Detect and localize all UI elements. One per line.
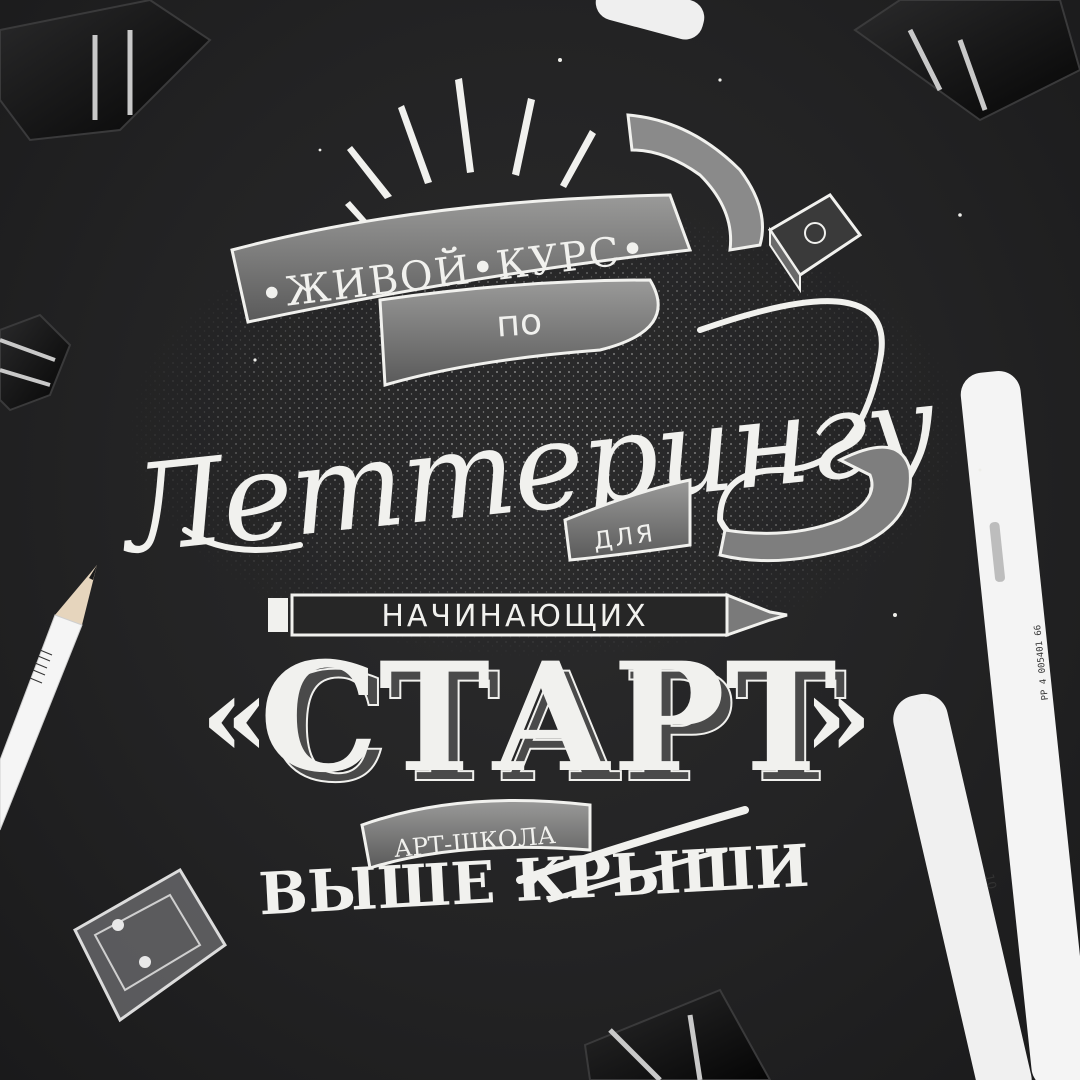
binder-clip-top-right [853,0,1080,122]
binder-clip-top-left [0,0,212,142]
word-po: по [495,301,543,345]
lettering-artwork: •ЖИВОЙ•КУРС• по Леттерингу ДЛЯ НАЧИНАЮЩИ… [0,0,1080,1080]
binder-clip-left [0,313,72,412]
binder-clip-bottom [583,988,772,1080]
pen-cap-top [595,0,705,40]
school-name: ВЫШЕ КРЫШИ [257,832,811,929]
sharpener-clear [73,867,227,1023]
white-pencil-left [0,565,97,831]
artwork-canvas: •ЖИВОЙ•КУРС• по Леттерингу ДЛЯ НАЧИНАЮЩИ… [0,0,1080,1080]
pencil-label: НАЧИНАЮЩИХ [381,599,648,634]
title: СТАРТ [259,630,837,806]
quote-close: » [804,652,873,781]
